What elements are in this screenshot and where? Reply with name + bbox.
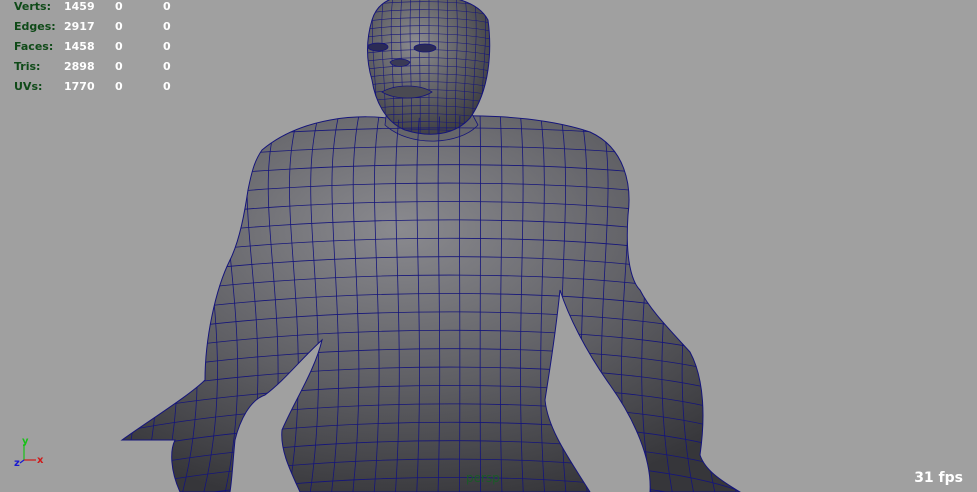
axis-y-label: y [22, 436, 29, 447]
hud-label: UVs: [14, 80, 43, 93]
axis-z-line [19, 459, 25, 464]
hud-value-selected: 0 [115, 80, 123, 93]
hud-label: Faces: [14, 40, 54, 53]
hud-value-selected: 0 [115, 0, 123, 13]
hud-label: Tris: [14, 60, 41, 73]
hud-value-extra: 0 [163, 20, 171, 33]
hud-value-selected: 0 [115, 20, 123, 33]
view-axis-indicator: y x z [14, 436, 44, 469]
hud-value-extra: 0 [163, 40, 171, 53]
hud-value-total: 1770 [64, 80, 95, 93]
character-mesh[interactable] [0, 0, 977, 492]
hud-value-extra: 0 [163, 0, 171, 13]
axis-x-label: x [37, 455, 44, 466]
hud-value-selected: 0 [115, 40, 123, 53]
hud-value-selected: 0 [115, 60, 123, 73]
hud-value-total: 1459 [64, 0, 95, 13]
hud-value-total: 2898 [64, 60, 95, 73]
hud-label: Edges: [14, 20, 56, 33]
hud-value-extra: 0 [163, 80, 171, 93]
hud-value-total: 2917 [64, 20, 95, 33]
camera-name-label: persp [466, 471, 500, 485]
fps-counter: 31 fps [914, 470, 963, 486]
hud-value-extra: 0 [163, 60, 171, 73]
axis-z-label: z [14, 458, 20, 469]
hud-value-total: 1458 [64, 40, 95, 53]
hud-label: Verts: [14, 0, 52, 13]
perspective-viewport[interactable]: Verts: 1459 0 0 Edges: 2917 0 0 Faces: 1458 0 0 Tris… [0, 0, 977, 492]
